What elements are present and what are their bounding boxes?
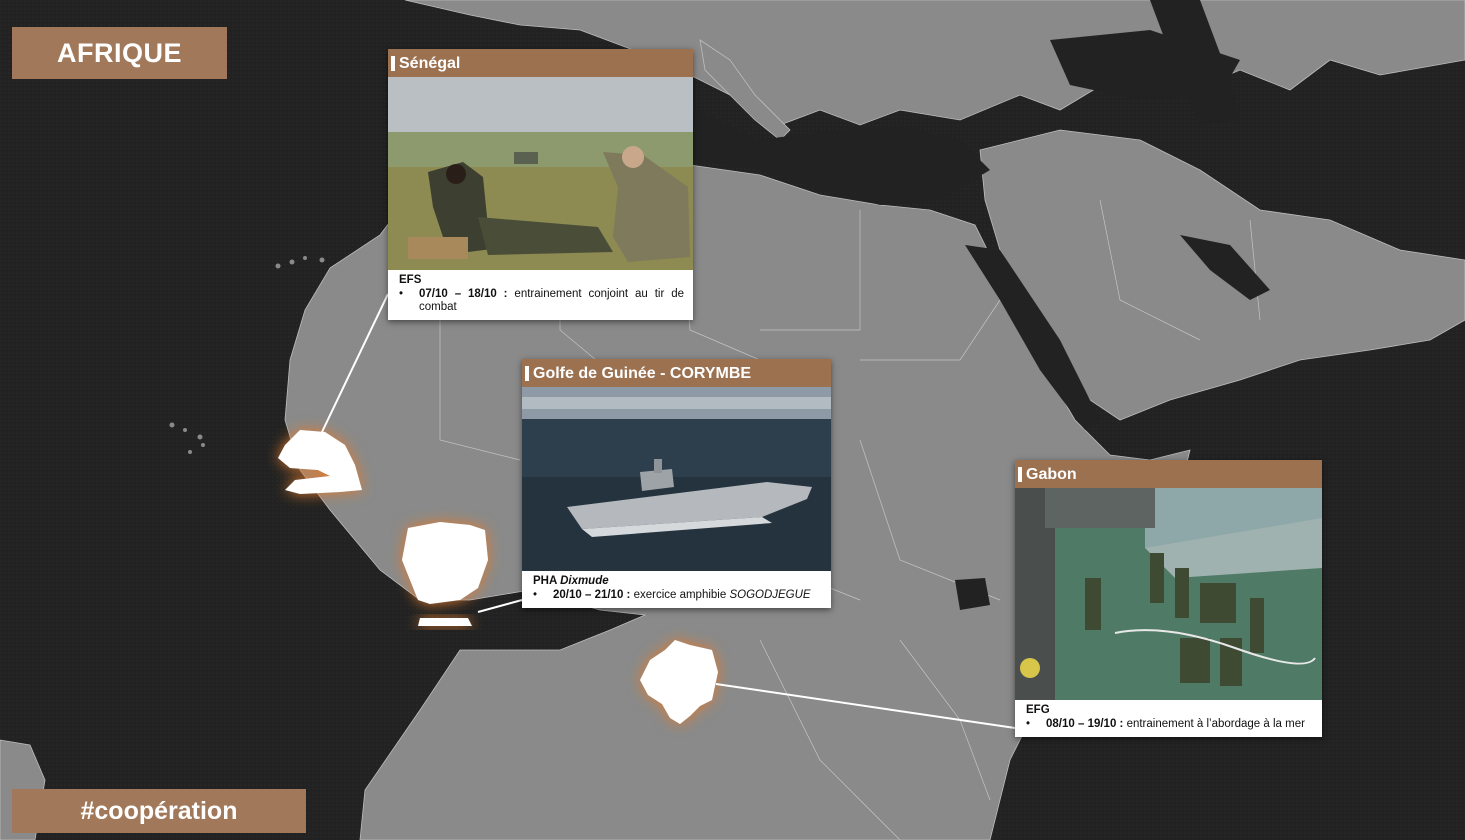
unit-label: EFG	[1026, 704, 1050, 716]
lake-victoria	[955, 578, 990, 610]
bullet-dot: •	[533, 589, 538, 601]
card-title: Sénégal	[388, 49, 693, 77]
unit-label: EFS	[399, 274, 422, 286]
card-title: Gabon	[1015, 460, 1322, 488]
card-golfe-de-guinee: Golfe de Guinée - CORYMBE PHA Dixmude • …	[522, 359, 831, 608]
card-gabon: Gabon EFG • 08/10 – 19/10 : entrainement…	[1015, 460, 1322, 737]
guinea-coast-highlight	[418, 618, 472, 626]
bullet-dot: •	[1026, 718, 1031, 730]
event-dates: 20/10 – 21/10 :	[553, 589, 631, 601]
event-bullet: • 07/10 – 18/10 : entrainement conjoint …	[399, 288, 684, 314]
ship-deck-training-photo	[1015, 488, 1322, 700]
event-text: 20/10 – 21/10 : exercice amphibie SOGODJ…	[553, 589, 822, 602]
card-title: Golfe de Guinée - CORYMBE	[522, 359, 831, 387]
soldiers-shooting-photo	[388, 77, 693, 270]
event-dates: 07/10 – 18/10 :	[419, 288, 508, 300]
event-bullet: • 08/10 – 19/10 : entrainement à l’abord…	[1026, 718, 1313, 731]
unit-prefix: PHA	[533, 575, 561, 587]
event-dates: 08/10 – 19/10 :	[1046, 718, 1124, 730]
card-senegal: Sénégal EFS • 07/10 – 18/10 : entraineme…	[388, 49, 693, 320]
event-description: entrainement à l’abordage à la mer	[1123, 718, 1305, 730]
exercise-name: SOGODJEGUE	[729, 589, 811, 601]
event-description: exercice amphibie	[630, 589, 730, 601]
page-title: AFRIQUE	[12, 27, 227, 79]
bullet-dot: •	[399, 288, 404, 300]
hashtag-label: #coopération	[12, 789, 306, 833]
event-bullet: • 20/10 – 21/10 : exercice amphibie SOGO…	[533, 589, 822, 602]
event-text: 07/10 – 18/10 : entrainement conjoint au…	[419, 288, 684, 314]
event-text: 08/10 – 19/10 : entrainement à l’abordag…	[1046, 718, 1313, 731]
unit-ship-name: Dixmude	[560, 575, 609, 587]
unit-label: PHA Dixmude	[533, 575, 822, 588]
ship-at-sea-photo	[522, 387, 831, 571]
